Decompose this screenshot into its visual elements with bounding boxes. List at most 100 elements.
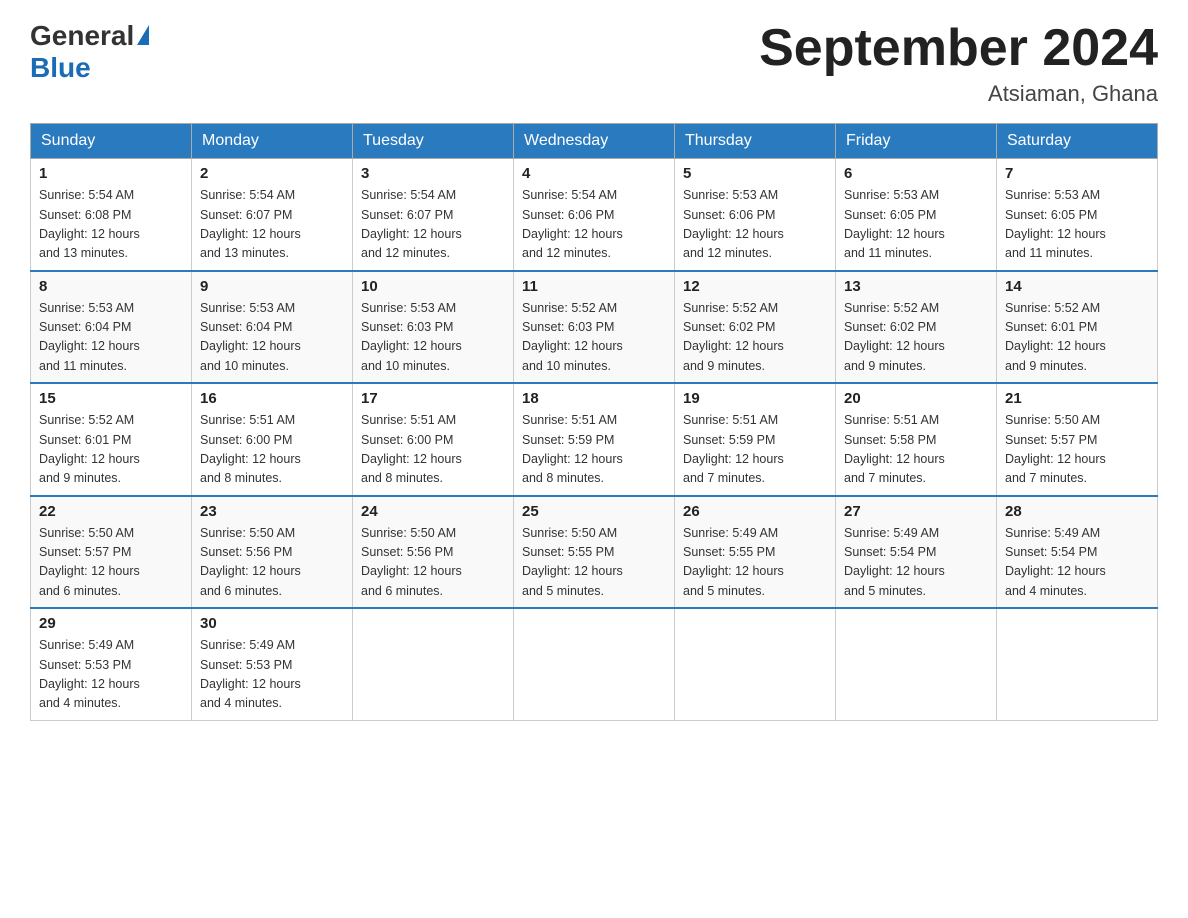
day-number: 26 <box>683 503 827 520</box>
day-number: 10 <box>361 278 505 295</box>
day-number: 24 <box>361 503 505 520</box>
day-info: Sunrise: 5:53 AM Sunset: 6:04 PM Dayligh… <box>39 299 183 377</box>
day-info: Sunrise: 5:49 AM Sunset: 5:54 PM Dayligh… <box>844 524 988 602</box>
day-info: Sunrise: 5:50 AM Sunset: 5:55 PM Dayligh… <box>522 524 666 602</box>
calendar-cell <box>353 608 514 720</box>
day-number: 5 <box>683 165 827 182</box>
day-info: Sunrise: 5:52 AM Sunset: 6:03 PM Dayligh… <box>522 299 666 377</box>
calendar-week-row: 29 Sunrise: 5:49 AM Sunset: 5:53 PM Dayli… <box>31 608 1158 720</box>
month-title: September 2024 <box>759 20 1158 77</box>
day-info: Sunrise: 5:53 AM Sunset: 6:03 PM Dayligh… <box>361 299 505 377</box>
day-info: Sunrise: 5:51 AM Sunset: 6:00 PM Dayligh… <box>361 411 505 489</box>
day-info: Sunrise: 5:50 AM Sunset: 5:56 PM Dayligh… <box>200 524 344 602</box>
day-number: 25 <box>522 503 666 520</box>
weekday-header-row: SundayMondayTuesdayWednesdayThursdayFrid… <box>31 124 1158 159</box>
day-number: 8 <box>39 278 183 295</box>
logo: General Blue <box>30 20 149 84</box>
day-info: Sunrise: 5:50 AM Sunset: 5:56 PM Dayligh… <box>361 524 505 602</box>
calendar-week-row: 22 Sunrise: 5:50 AM Sunset: 5:57 PM Dayli… <box>31 496 1158 609</box>
calendar-cell: 5 Sunrise: 5:53 AM Sunset: 6:06 PM Daylig… <box>675 159 836 271</box>
day-number: 15 <box>39 390 183 407</box>
calendar-week-row: 8 Sunrise: 5:53 AM Sunset: 6:04 PM Daylig… <box>31 271 1158 384</box>
day-number: 18 <box>522 390 666 407</box>
logo-triangle-icon <box>137 25 149 45</box>
calendar-cell: 18Sunrise: 5:51 AM Sunset: 5:59 PM Dayli… <box>514 383 675 496</box>
calendar-cell: 25 Sunrise: 5:50 AM Sunset: 5:55 PM Dayli… <box>514 496 675 609</box>
day-info: Sunrise: 5:54 AM Sunset: 6:08 PM Dayligh… <box>39 186 183 264</box>
calendar-cell: 8 Sunrise: 5:53 AM Sunset: 6:04 PM Daylig… <box>31 271 192 384</box>
calendar-table: SundayMondayTuesdayWednesdayThursdayFrid… <box>30 123 1158 721</box>
calendar-cell <box>997 608 1158 720</box>
calendar-cell: 27Sunrise: 5:49 AM Sunset: 5:54 PM Dayli… <box>836 496 997 609</box>
day-number: 28 <box>1005 503 1149 520</box>
day-info: Sunrise: 5:54 AM Sunset: 6:06 PM Dayligh… <box>522 186 666 264</box>
weekday-header-monday: Monday <box>192 124 353 159</box>
calendar-cell <box>836 608 997 720</box>
day-info: Sunrise: 5:52 AM Sunset: 6:01 PM Dayligh… <box>1005 299 1149 377</box>
weekday-header-wednesday: Wednesday <box>514 124 675 159</box>
location-title: Atsiaman, Ghana <box>759 81 1158 107</box>
weekday-header-sunday: Sunday <box>31 124 192 159</box>
day-info: Sunrise: 5:52 AM Sunset: 6:02 PM Dayligh… <box>683 299 827 377</box>
calendar-cell: 1 Sunrise: 5:54 AM Sunset: 6:08 PM Daylig… <box>31 159 192 271</box>
day-info: Sunrise: 5:49 AM Sunset: 5:55 PM Dayligh… <box>683 524 827 602</box>
day-number: 9 <box>200 278 344 295</box>
calendar-cell: 26 Sunrise: 5:49 AM Sunset: 5:55 PM Dayli… <box>675 496 836 609</box>
calendar-cell: 11Sunrise: 5:52 AM Sunset: 6:03 PM Dayli… <box>514 271 675 384</box>
day-info: Sunrise: 5:50 AM Sunset: 5:57 PM Dayligh… <box>39 524 183 602</box>
logo-general-text: General <box>30 20 134 52</box>
calendar-cell: 23 Sunrise: 5:50 AM Sunset: 5:56 PM Dayli… <box>192 496 353 609</box>
calendar-cell: 17 Sunrise: 5:51 AM Sunset: 6:00 PM Dayli… <box>353 383 514 496</box>
day-number: 23 <box>200 503 344 520</box>
day-info: Sunrise: 5:51 AM Sunset: 6:00 PM Dayligh… <box>200 411 344 489</box>
day-info: Sunrise: 5:52 AM Sunset: 6:01 PM Dayligh… <box>39 411 183 489</box>
day-info: Sunrise: 5:49 AM Sunset: 5:53 PM Dayligh… <box>200 636 344 714</box>
calendar-cell: 15 Sunrise: 5:52 AM Sunset: 6:01 PM Dayli… <box>31 383 192 496</box>
day-info: Sunrise: 5:51 AM Sunset: 5:58 PM Dayligh… <box>844 411 988 489</box>
day-info: Sunrise: 5:53 AM Sunset: 6:06 PM Dayligh… <box>683 186 827 264</box>
day-info: Sunrise: 5:54 AM Sunset: 6:07 PM Dayligh… <box>361 186 505 264</box>
calendar-cell: 13Sunrise: 5:52 AM Sunset: 6:02 PM Dayli… <box>836 271 997 384</box>
day-number: 2 <box>200 165 344 182</box>
calendar-cell: 10 Sunrise: 5:53 AM Sunset: 6:03 PM Dayli… <box>353 271 514 384</box>
calendar-cell: 16Sunrise: 5:51 AM Sunset: 6:00 PM Dayli… <box>192 383 353 496</box>
calendar-cell: 19 Sunrise: 5:51 AM Sunset: 5:59 PM Dayli… <box>675 383 836 496</box>
calendar-cell: 29Sunrise: 5:49 AM Sunset: 5:53 PM Dayli… <box>31 608 192 720</box>
calendar-cell: 22 Sunrise: 5:50 AM Sunset: 5:57 PM Dayli… <box>31 496 192 609</box>
weekday-header-saturday: Saturday <box>997 124 1158 159</box>
day-number: 21 <box>1005 390 1149 407</box>
calendar-week-row: 1 Sunrise: 5:54 AM Sunset: 6:08 PM Daylig… <box>31 159 1158 271</box>
calendar-cell: 6 Sunrise: 5:53 AM Sunset: 6:05 PM Daylig… <box>836 159 997 271</box>
calendar-cell: 12 Sunrise: 5:52 AM Sunset: 6:02 PM Dayli… <box>675 271 836 384</box>
calendar-cell <box>514 608 675 720</box>
day-info: Sunrise: 5:53 AM Sunset: 6:04 PM Dayligh… <box>200 299 344 377</box>
day-info: Sunrise: 5:53 AM Sunset: 6:05 PM Dayligh… <box>1005 186 1149 264</box>
calendar-cell: 3 Sunrise: 5:54 AM Sunset: 6:07 PM Daylig… <box>353 159 514 271</box>
day-number: 12 <box>683 278 827 295</box>
calendar-cell: 30 Sunrise: 5:49 AM Sunset: 5:53 PM Dayli… <box>192 608 353 720</box>
calendar-cell: 7 Sunrise: 5:53 AM Sunset: 6:05 PM Daylig… <box>997 159 1158 271</box>
day-number: 22 <box>39 503 183 520</box>
day-number: 1 <box>39 165 183 182</box>
weekday-header-tuesday: Tuesday <box>353 124 514 159</box>
calendar-cell: 28 Sunrise: 5:49 AM Sunset: 5:54 PM Dayli… <box>997 496 1158 609</box>
day-number: 3 <box>361 165 505 182</box>
day-number: 30 <box>200 615 344 632</box>
day-number: 19 <box>683 390 827 407</box>
day-info: Sunrise: 5:53 AM Sunset: 6:05 PM Dayligh… <box>844 186 988 264</box>
calendar-cell <box>675 608 836 720</box>
day-info: Sunrise: 5:51 AM Sunset: 5:59 PM Dayligh… <box>683 411 827 489</box>
calendar-cell: 24 Sunrise: 5:50 AM Sunset: 5:56 PM Dayli… <box>353 496 514 609</box>
calendar-cell: 21Sunrise: 5:50 AM Sunset: 5:57 PM Dayli… <box>997 383 1158 496</box>
day-info: Sunrise: 5:49 AM Sunset: 5:54 PM Dayligh… <box>1005 524 1149 602</box>
day-number: 6 <box>844 165 988 182</box>
title-area: September 2024 Atsiaman, Ghana <box>759 20 1158 107</box>
day-number: 17 <box>361 390 505 407</box>
day-number: 4 <box>522 165 666 182</box>
weekday-header-friday: Friday <box>836 124 997 159</box>
calendar-cell: 20Sunrise: 5:51 AM Sunset: 5:58 PM Dayli… <box>836 383 997 496</box>
day-number: 7 <box>1005 165 1149 182</box>
day-number: 29 <box>39 615 183 632</box>
day-info: Sunrise: 5:52 AM Sunset: 6:02 PM Dayligh… <box>844 299 988 377</box>
day-info: Sunrise: 5:54 AM Sunset: 6:07 PM Dayligh… <box>200 186 344 264</box>
